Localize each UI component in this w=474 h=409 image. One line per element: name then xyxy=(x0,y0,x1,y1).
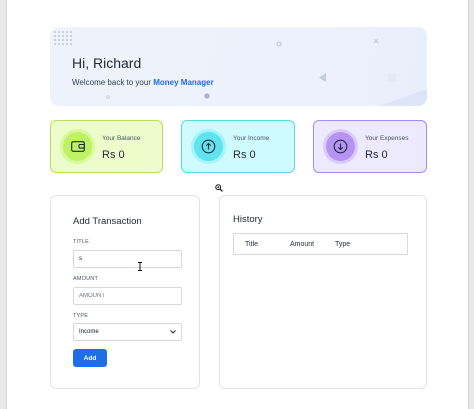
title-input[interactable] xyxy=(73,250,182,268)
income-coin-icon xyxy=(194,132,223,161)
expense-label: Your Expenses xyxy=(365,135,409,142)
zoom-cursor-icon xyxy=(215,184,223,192)
chevron-down-icon xyxy=(170,330,176,334)
expense-coin-icon xyxy=(326,132,355,161)
history-title: History xyxy=(233,214,263,225)
welcome-banner: Hi, Richard Welcome back to your Money M… xyxy=(50,27,427,106)
add-transaction-panel: Add Transaction TITLE AMOUNT TYPE Income… xyxy=(50,195,200,389)
dot-decoration-icon xyxy=(204,93,210,99)
amount-field-label: AMOUNT xyxy=(73,276,99,282)
income-card: Your Income Rs 0 xyxy=(181,120,295,173)
history-table-header: Title Amount Type xyxy=(233,233,408,255)
amount-input[interactable] xyxy=(73,287,182,305)
brand-name: Money Manager xyxy=(153,78,214,87)
column-header-title: Title xyxy=(245,241,258,248)
balance-label: Your Balance xyxy=(102,135,141,142)
window-frame-right xyxy=(468,0,474,409)
column-header-type: Type xyxy=(335,241,351,248)
small-ring-decoration-icon xyxy=(106,95,110,99)
add-transaction-title: Add Transaction xyxy=(73,216,142,227)
title-field-label: TITLE xyxy=(73,239,89,245)
greeting-title: Hi, Richard xyxy=(72,55,142,71)
ring-decoration-icon xyxy=(276,41,282,47)
balance-card: Your Balance Rs 0 xyxy=(50,120,163,173)
dot-pattern-decoration xyxy=(53,30,73,46)
square-decoration xyxy=(388,74,396,82)
expense-card: Your Expenses Rs 0 xyxy=(313,120,427,173)
expense-value: Rs 0 xyxy=(365,149,388,161)
add-button[interactable]: Add xyxy=(73,349,107,367)
cross-decoration-icon xyxy=(373,38,379,44)
type-field-label: TYPE xyxy=(73,313,89,319)
income-value: Rs 0 xyxy=(233,149,256,161)
type-selected-value: Income xyxy=(79,329,99,335)
wave-decoration xyxy=(375,90,427,106)
history-panel: History Title Amount Type xyxy=(219,195,427,389)
triangle-decoration-icon xyxy=(319,73,326,82)
welcome-prefix: Welcome back to your xyxy=(72,78,154,87)
balance-value: Rs 0 xyxy=(102,149,125,161)
welcome-message: Welcome back to your Money Manager xyxy=(72,78,214,87)
income-label: Your Income xyxy=(233,135,270,142)
wallet-icon xyxy=(63,132,92,161)
type-select[interactable]: Income xyxy=(73,323,182,341)
window-frame-left xyxy=(0,0,7,409)
text-cursor-icon xyxy=(138,262,142,271)
column-header-amount: Amount xyxy=(290,241,315,248)
